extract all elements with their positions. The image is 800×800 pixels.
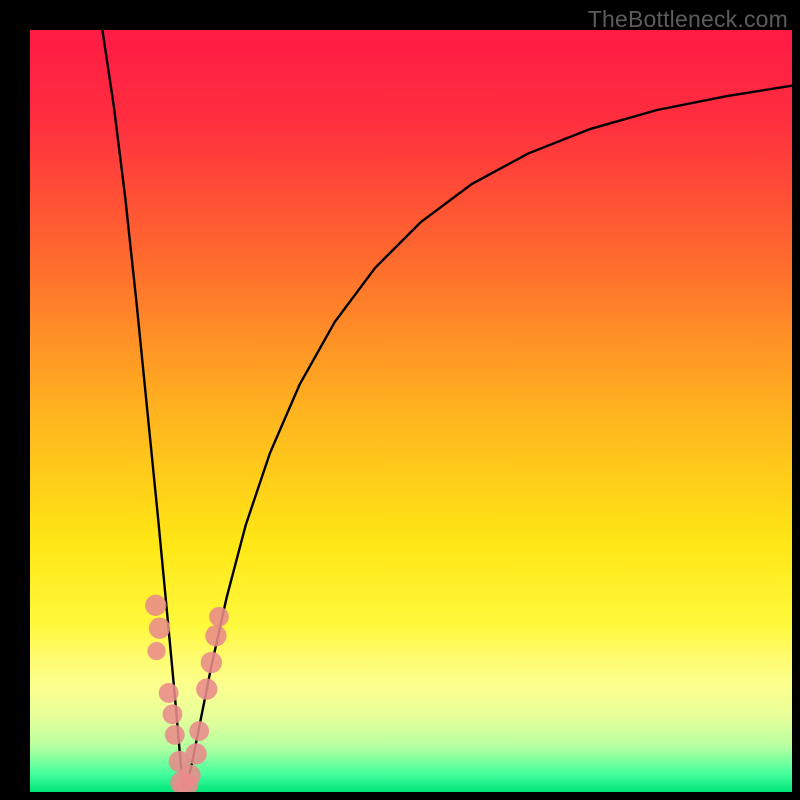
scatter-point	[149, 618, 170, 639]
scatter-point	[201, 652, 222, 673]
scatter-point	[165, 725, 185, 745]
scatter-point	[163, 704, 183, 724]
chart-svg	[30, 30, 792, 792]
scatter-point	[189, 721, 209, 741]
watermark-text: TheBottleneck.com	[588, 6, 788, 33]
scatter-point	[185, 743, 206, 764]
outer-frame: TheBottleneck.com	[0, 0, 800, 800]
scatter-point	[196, 678, 217, 699]
scatter-point	[179, 765, 200, 786]
scatter-point	[147, 642, 165, 660]
gradient-background	[30, 30, 792, 792]
scatter-point	[159, 683, 179, 703]
scatter-point	[145, 595, 166, 616]
scatter-point	[205, 625, 226, 646]
scatter-point	[209, 607, 229, 627]
plot-area	[30, 30, 792, 792]
